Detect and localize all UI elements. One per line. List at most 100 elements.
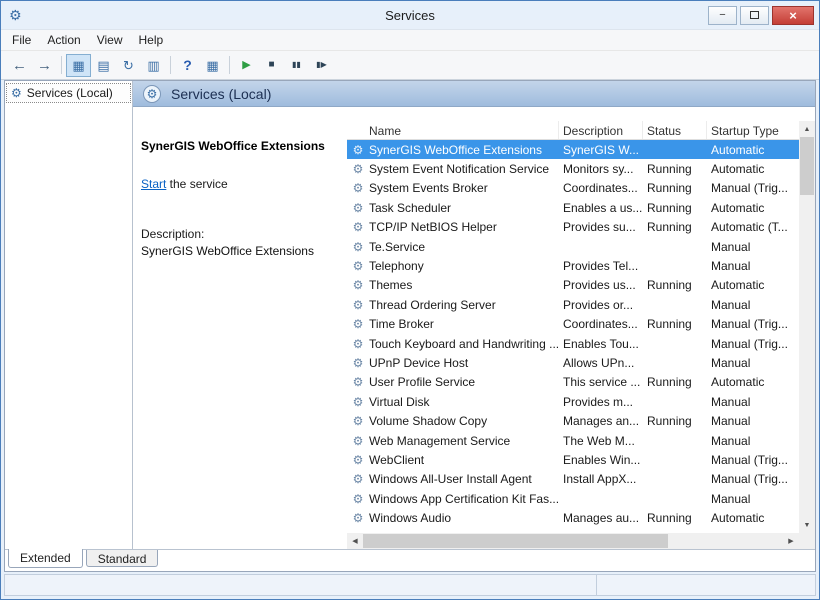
pause-service-button[interactable]: ▮▮ (284, 54, 309, 77)
column-header-name[interactable]: ˆ Name (347, 121, 559, 139)
vertical-scroll-thumb[interactable] (800, 137, 814, 195)
service-row[interactable]: ⚙ Windows App Certification Kit Fas... M… (347, 489, 799, 508)
menu-help[interactable]: Help (131, 30, 172, 50)
service-description: Provides su... (559, 220, 643, 234)
service-gear-icon: ⚙ (351, 492, 365, 506)
service-name: Telephony (369, 259, 559, 273)
minimize-button[interactable]: − (708, 6, 737, 25)
title-bar[interactable]: ⚙ Services − × (1, 1, 819, 29)
window-controls: − × (705, 6, 819, 25)
show-console-tree-button[interactable]: ▦ (66, 54, 91, 77)
service-row[interactable]: ⚙ Themes Provides us... Running Automati… (347, 276, 799, 295)
back-button[interactable]: ← (7, 54, 32, 77)
scroll-right-icon[interactable]: ▶ (783, 533, 799, 549)
service-gear-icon: ⚙ (351, 240, 365, 254)
service-row[interactable]: ⚙ User Profile Service This service ... … (347, 373, 799, 392)
service-row[interactable]: ⚙ Telephony Provides Tel... Manual (347, 256, 799, 275)
service-row[interactable]: ⚙ Windows Audio Manages au... Running Au… (347, 508, 799, 527)
service-name: Windows Audio (369, 511, 559, 525)
service-row[interactable]: ⚙ System Events Broker Coordinates... Ru… (347, 179, 799, 198)
service-row[interactable]: ⚙ Virtual Disk Provides m... Manual (347, 392, 799, 411)
service-startup-type: Manual (707, 298, 799, 312)
horizontal-scroll-track[interactable] (363, 533, 783, 549)
service-description: This service ... (559, 375, 643, 389)
menu-action[interactable]: Action (39, 30, 88, 50)
column-header-startup-type[interactable]: Startup Type (707, 121, 799, 139)
stop-service-button[interactable]: ■ (259, 54, 284, 77)
service-name: Windows App Certification Kit Fas... (369, 492, 559, 506)
service-row[interactable]: ⚙ Task Scheduler Enables a us... Running… (347, 198, 799, 217)
help-button[interactable]: ? (175, 54, 200, 77)
service-row[interactable]: ⚙ Te.Service Manual (347, 237, 799, 256)
service-row[interactable]: ⚙ Web Management Service The Web M... Ma… (347, 431, 799, 450)
stop-service-icon: ■ (268, 60, 274, 70)
services-panel: ⚙ Services (Local) SynerGIS WebOffice Ex… (133, 81, 815, 549)
service-row[interactable]: ⚙ Time Broker Coordinates... Running Man… (347, 315, 799, 334)
start-service-link[interactable]: Start (141, 177, 166, 191)
service-startup-type: Automatic (707, 511, 799, 525)
selected-service-title: SynerGIS WebOffice Extensions (141, 139, 335, 153)
service-gear-icon: ⚙ (351, 201, 365, 215)
services-node-icon: ⚙ (11, 86, 22, 100)
service-row[interactable]: ⚙ Volume Shadow Copy Manages an... Runni… (347, 411, 799, 430)
close-button[interactable]: × (772, 6, 814, 25)
tree-item-services-local[interactable]: ⚙ Services (Local) (7, 84, 130, 102)
service-gear-icon: ⚙ (351, 375, 365, 389)
service-row[interactable]: ⚙ WebClient Enables Win... Manual (Trig.… (347, 450, 799, 469)
service-description: Enables Tou... (559, 337, 643, 351)
horizontal-scrollbar[interactable]: ◀ ▶ (347, 533, 799, 549)
properties-button[interactable]: ▤ (91, 54, 116, 77)
description-text: SynerGIS WebOffice Extensions (141, 244, 335, 258)
pause-service-icon: ▮▮ (292, 61, 301, 69)
maximize-button[interactable] (740, 6, 769, 25)
tab-extended[interactable]: Extended (8, 549, 83, 568)
service-startup-type: Manual (707, 414, 799, 428)
toolbar: ← → ▦ ▤ ↻ ▥ ? ▦ ▶ ■ ▮▮ ▮▶ (1, 51, 819, 80)
service-name: Te.Service (369, 240, 559, 254)
vertical-scrollbar[interactable]: ▲ ▼ (799, 121, 815, 533)
scroll-down-icon[interactable]: ▼ (799, 517, 815, 533)
start-service-button[interactable]: ▶ (234, 54, 259, 77)
minimize-icon: − (719, 9, 725, 21)
forward-button[interactable]: → (32, 54, 57, 77)
service-row[interactable]: ⚙ TCP/IP NetBIOS Helper Provides su... R… (347, 218, 799, 237)
service-row[interactable]: ⚙ System Event Notification Service Moni… (347, 159, 799, 178)
services-banner-icon: ⚙ (143, 85, 161, 103)
export-list-button[interactable]: ▥ (141, 54, 166, 77)
menu-file[interactable]: File (4, 30, 39, 50)
service-status: Running (643, 181, 707, 195)
console-window-button[interactable]: ▦ (200, 54, 225, 77)
service-row[interactable]: ⚙ Thread Ordering Server Provides or... … (347, 295, 799, 314)
service-name: Volume Shadow Copy (369, 414, 559, 428)
maximize-icon (750, 11, 759, 19)
tab-standard[interactable]: Standard (86, 550, 159, 567)
service-name: Task Scheduler (369, 201, 559, 215)
service-row[interactable]: ⚙ Touch Keyboard and Handwriting ... Ena… (347, 334, 799, 353)
service-description: Enables a us... (559, 201, 643, 215)
toolbar-separator (229, 56, 230, 74)
restart-service-button[interactable]: ▮▶ (309, 54, 334, 77)
service-description: Provides Tel... (559, 259, 643, 273)
column-header-status[interactable]: Status (643, 121, 707, 139)
scroll-up-icon[interactable]: ▲ (799, 121, 815, 137)
service-name: Thread Ordering Server (369, 298, 559, 312)
service-status: Running (643, 511, 707, 525)
service-gear-icon: ⚙ (351, 511, 365, 525)
service-gear-icon: ⚙ (351, 181, 365, 195)
service-gear-icon: ⚙ (351, 162, 365, 176)
refresh-button[interactable]: ↻ (116, 54, 141, 77)
service-status: Running (643, 414, 707, 428)
service-description: Install AppX... (559, 472, 643, 486)
scroll-left-icon[interactable]: ◀ (347, 533, 363, 549)
service-name: TCP/IP NetBIOS Helper (369, 220, 559, 234)
service-row[interactable]: ⚙ SynerGIS WebOffice Extensions SynerGIS… (347, 140, 799, 159)
horizontal-scroll-thumb[interactable] (363, 534, 668, 548)
service-name: System Events Broker (369, 181, 559, 195)
menu-view[interactable]: View (89, 30, 131, 50)
vertical-scroll-track[interactable] (799, 137, 815, 517)
service-startup-type: Manual (Trig... (707, 472, 799, 486)
service-row[interactable]: ⚙ UPnP Device Host Allows UPn... Manual (347, 353, 799, 372)
service-row[interactable]: ⚙ Windows All-User Install Agent Install… (347, 470, 799, 489)
service-description: Provides us... (559, 278, 643, 292)
column-header-description[interactable]: Description (559, 121, 643, 139)
